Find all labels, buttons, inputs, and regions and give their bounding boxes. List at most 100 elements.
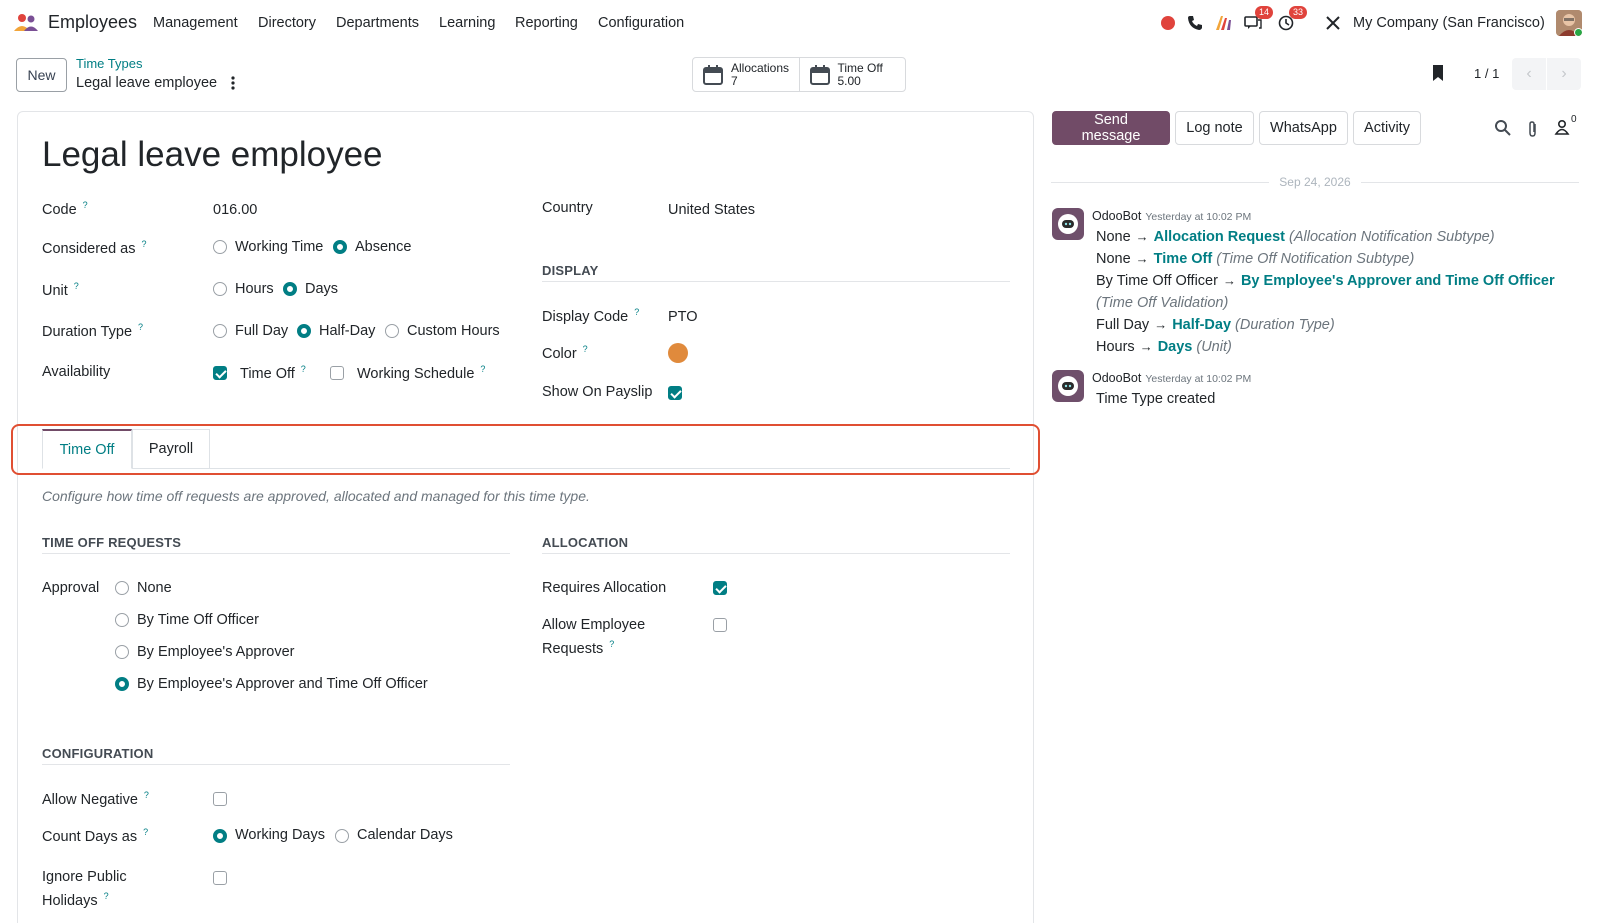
help-icon[interactable]: ? [104, 891, 109, 901]
log-note-button[interactable]: Log note [1175, 111, 1254, 145]
breadcrumb-time-types[interactable]: Time Types [76, 56, 142, 71]
pager-value[interactable]: 1 / 1 [1474, 66, 1499, 81]
whatsapp-button[interactable]: WhatsApp [1259, 111, 1348, 145]
tab-payroll[interactable]: Payroll [132, 429, 210, 469]
activity-clock-icon[interactable]: 33 [1278, 6, 1308, 36]
radio-approval-approver[interactable] [115, 645, 129, 659]
section-divider [542, 553, 1010, 554]
help-icon[interactable]: ? [83, 200, 88, 210]
activity-button[interactable]: Activity [1353, 111, 1421, 145]
phone-icon[interactable] [1187, 10, 1203, 36]
chevron-left-icon: ‹ [1526, 65, 1532, 82]
time-off-requests-title: TIME OFF REQUESTS [42, 535, 182, 550]
working-time-option[interactable]: Working Time [235, 239, 323, 255]
help-icon[interactable]: ? [609, 639, 614, 649]
checkbox-allow-employee-requests[interactable] [713, 618, 727, 632]
radio-working-days[interactable] [213, 829, 227, 843]
time-off-value: 5.00 [837, 73, 861, 88]
help-icon[interactable]: ? [583, 344, 588, 354]
help-icon[interactable]: ? [74, 281, 79, 291]
menu-learning[interactable]: Learning [439, 15, 495, 31]
approval-officer-option[interactable]: By Time Off Officer [137, 612, 259, 628]
record-title[interactable]: Legal leave employee [42, 135, 383, 175]
help-icon[interactable]: ? [301, 364, 306, 374]
checkbox-show-on-payslip[interactable] [668, 386, 682, 400]
help-icon[interactable]: ? [480, 364, 485, 374]
time-off-smart-button[interactable]: Time Off 5.00 [798, 58, 906, 91]
company-switcher[interactable]: My Company (San Francisco) [1353, 15, 1545, 31]
radio-absence[interactable] [333, 240, 347, 254]
record-icon[interactable] [1160, 10, 1176, 36]
radio-custom-hours[interactable] [385, 324, 399, 338]
employees-app-icon[interactable] [13, 12, 39, 32]
radio-working-time[interactable] [213, 240, 227, 254]
bookmark-icon[interactable] [1430, 64, 1446, 82]
allocations-smart-button[interactable]: Allocations 7 [693, 58, 799, 91]
help-icon[interactable]: ? [142, 239, 147, 249]
unit-label: Unit? [42, 281, 79, 299]
section-divider [42, 764, 510, 765]
menu-configuration[interactable]: Configuration [598, 15, 684, 31]
send-message-button[interactable]: Send message [1052, 111, 1170, 145]
absence-option[interactable]: Absence [355, 239, 411, 255]
menu-management[interactable]: Management [153, 15, 238, 31]
checkbox-allow-negative[interactable] [213, 792, 227, 806]
radio-full-day[interactable] [213, 324, 227, 338]
approval-none-option[interactable]: None [137, 580, 172, 596]
odoobot-avatar[interactable] [1052, 208, 1084, 240]
pager-next-button[interactable]: › [1547, 58, 1581, 90]
hours-option[interactable]: Hours [235, 281, 274, 297]
custom-hours-option[interactable]: Custom Hours [407, 323, 500, 339]
days-option[interactable]: Days [305, 281, 338, 297]
radio-approval-officer[interactable] [115, 613, 129, 627]
checkbox-time-off[interactable] [213, 366, 227, 380]
approval-label: Approval [42, 580, 100, 596]
working-days-option[interactable]: Working Days [235, 827, 325, 843]
country-field[interactable]: United States [668, 202, 755, 218]
radio-calendar-days[interactable] [335, 829, 349, 843]
arrow-right-icon: → [1154, 317, 1168, 332]
menu-directory[interactable]: Directory [258, 15, 316, 31]
help-icon[interactable]: ? [143, 827, 148, 837]
checkbox-ignore-public-holidays[interactable] [213, 871, 227, 885]
help-icon[interactable]: ? [138, 322, 143, 332]
display-code-field[interactable]: PTO [668, 309, 698, 325]
help-icon[interactable]: ? [144, 790, 149, 800]
radio-approval-both[interactable] [115, 677, 129, 691]
activities-badge: 33 [1289, 6, 1308, 19]
radio-hours[interactable] [213, 282, 227, 296]
calendar-days-option[interactable]: Calendar Days [357, 827, 453, 843]
configuration-title: CONFIGURATION [42, 746, 154, 761]
menu-departments[interactable]: Departments [336, 15, 419, 31]
pager-previous-button[interactable]: ‹ [1512, 58, 1546, 90]
app-name[interactable]: Employees [48, 12, 137, 33]
color-picker[interactable] [668, 343, 688, 363]
approval-both-option[interactable]: By Employee's Approver and Time Off Offi… [137, 676, 428, 692]
approval-approver-option[interactable]: By Employee's Approver [137, 644, 295, 660]
kebab-menu-icon[interactable] [228, 74, 238, 92]
date-separator-label: Sep 24, 2026 [1279, 175, 1351, 189]
full-day-option[interactable]: Full Day [235, 323, 288, 339]
code-field[interactable]: 016.00 [213, 202, 257, 218]
radio-days[interactable] [283, 282, 297, 296]
search-icon[interactable] [1494, 119, 1512, 137]
half-day-option[interactable]: Half-Day [319, 323, 375, 339]
menu-reporting[interactable]: Reporting [515, 15, 578, 31]
tracking-line: None → Allocation Request (Allocation Notif… [1096, 229, 1495, 245]
time-off-label: Time Off [837, 60, 883, 75]
odoobot-avatar[interactable] [1052, 370, 1084, 402]
radio-approval-none[interactable] [115, 581, 129, 595]
messages-icon[interactable]: 14 [1244, 6, 1274, 36]
tab-time-off[interactable]: Time Off [42, 429, 132, 469]
radio-half-day[interactable] [297, 324, 311, 338]
user-avatar[interactable] [1556, 10, 1582, 36]
new-button[interactable]: New [16, 58, 67, 92]
checkbox-requires-allocation[interactable] [713, 581, 727, 595]
help-icon[interactable]: ? [634, 307, 639, 317]
tools-icon[interactable] [1325, 10, 1341, 36]
message-time: Yesterday at 10:02 PM [1145, 211, 1252, 223]
paperclip-icon[interactable] [1524, 120, 1542, 138]
followers-button[interactable]: 0 [1554, 114, 1584, 139]
checkbox-working-schedule[interactable] [330, 366, 344, 380]
ai-icon[interactable] [1215, 10, 1233, 36]
